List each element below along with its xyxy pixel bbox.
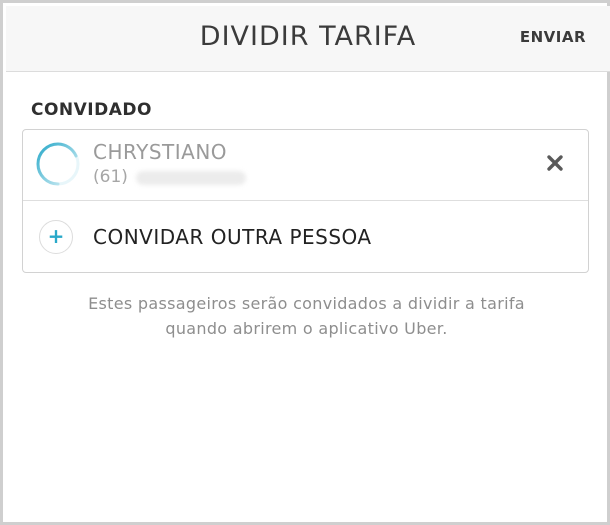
info-line-1: Estes passageiros serão convidados a div… xyxy=(88,294,525,313)
close-icon[interactable] xyxy=(544,152,566,174)
guest-card: CHRYSTIANO (61) + CONVIDAR OUTRA PESSOA xyxy=(22,129,589,273)
info-text: Estes passageiros serão convidados a div… xyxy=(23,291,590,341)
guest-row: CHRYSTIANO (61) xyxy=(23,130,588,201)
header-bar: DIVIDIR TARIFA ENVIAR xyxy=(6,6,610,72)
info-line-2: quando abrirem o aplicativo Uber. xyxy=(165,319,448,338)
app-frame: DIVIDIR TARIFA ENVIAR CONVIDADO CHRYSTIA… xyxy=(0,0,610,525)
send-button[interactable]: ENVIAR xyxy=(520,28,586,46)
loading-spinner-icon xyxy=(36,142,80,186)
plus-icon: + xyxy=(39,220,73,254)
section-label: CONVIDADO xyxy=(31,100,152,120)
invite-another-label: CONVIDAR OUTRA PESSOA xyxy=(93,225,372,249)
invite-another-button[interactable]: + CONVIDAR OUTRA PESSOA xyxy=(23,202,588,272)
guest-name: CHRYSTIANO xyxy=(93,140,228,164)
guest-phone: (61) xyxy=(93,167,128,187)
guest-phone-redacted xyxy=(136,171,246,185)
